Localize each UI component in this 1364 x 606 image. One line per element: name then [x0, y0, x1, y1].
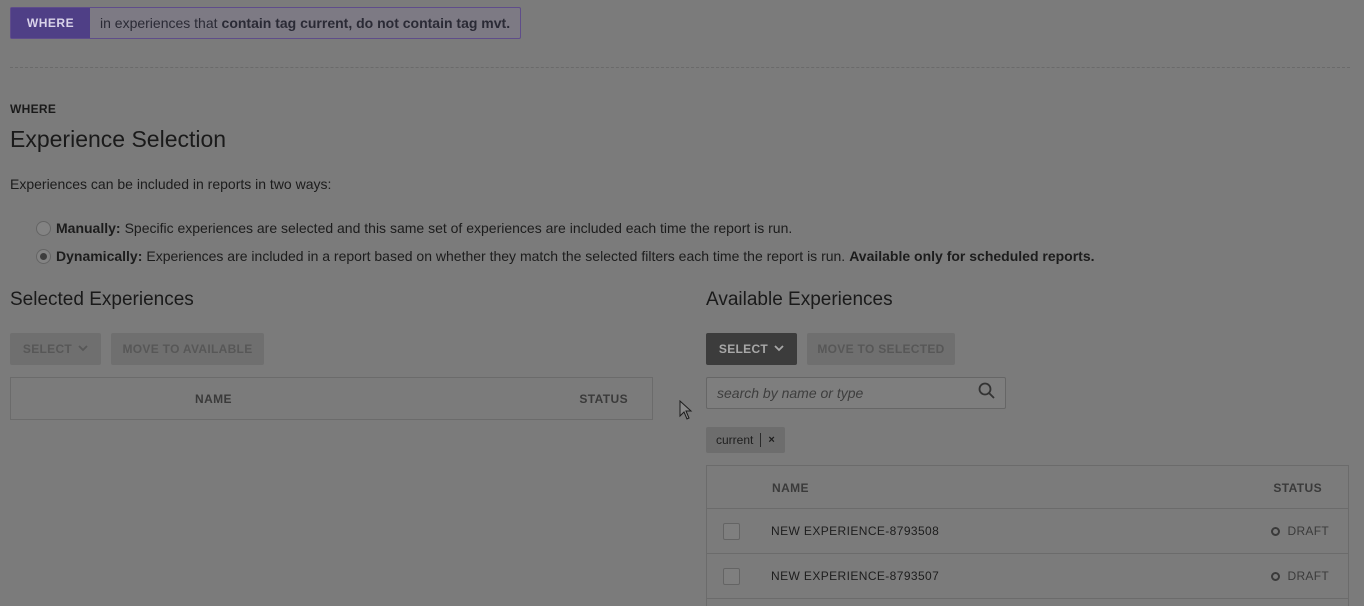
row-checkbox[interactable]: [723, 567, 740, 585]
chevron-down-icon: [774, 344, 784, 354]
option-dynamically-text: Experiences are included in a report bas…: [146, 248, 846, 264]
option-dynamically-label: Dynamically:: [56, 248, 143, 264]
page-title: Experience Selection: [10, 126, 227, 152]
where-summary-condition: contain tag current, do not contain tag …: [221, 15, 511, 31]
option-dynamically[interactable]: Dynamically: Experiences are included in…: [36, 248, 1095, 264]
intro-text: Experiences can be included in reports i…: [10, 176, 332, 192]
radio-manually[interactable]: [36, 220, 51, 236]
radio-dynamically[interactable]: [36, 248, 51, 264]
search-icon[interactable]: [978, 382, 995, 404]
option-manually[interactable]: Manually: Specific experiences are selec…: [36, 220, 792, 236]
pointer-cursor-icon: [679, 400, 693, 420]
selected-select-button[interactable]: SELECT: [10, 333, 101, 365]
row-name[interactable]: NEW EXPERIENCE-8793507: [771, 569, 939, 583]
selected-experiences-title: Selected Experiences: [10, 289, 194, 310]
where-summary-bar[interactable]: WHERE in experiences that contain tag cu…: [10, 7, 522, 39]
selected-col-name[interactable]: NAME: [195, 392, 232, 406]
section-label: WHERE: [10, 102, 57, 116]
search-box[interactable]: [706, 377, 1006, 409]
selected-experiences-table: NAME STATUS: [10, 377, 653, 420]
move-to-selected-button[interactable]: MOVE TO SELECTED: [807, 333, 955, 365]
available-select-button[interactable]: SELECT: [706, 333, 797, 365]
status-badge: DRAFT: [1270, 524, 1330, 538]
row-checkbox[interactable]: [723, 522, 740, 540]
table-row[interactable]: NEW EXPERIENCE-8793508 DRAFT: [706, 508, 1349, 553]
where-summary-prefix: in experiences that: [100, 15, 218, 31]
move-to-available-button[interactable]: MOVE TO AVAILABLE: [111, 333, 264, 365]
available-experiences-title: Available Experiences: [706, 289, 893, 310]
row-status-label: DRAFT: [1287, 524, 1329, 538]
filter-chip-current: current ×: [706, 427, 785, 453]
selected-select-label: SELECT: [22, 342, 73, 356]
selected-col-status[interactable]: STATUS: [579, 392, 628, 406]
available-col-name[interactable]: NAME: [772, 481, 809, 495]
option-dynamically-note: Available only for scheduled reports.: [849, 248, 1095, 264]
search-input[interactable]: [717, 385, 978, 401]
where-tag: WHERE: [11, 8, 90, 38]
available-col-status[interactable]: STATUS: [1273, 481, 1322, 495]
status-dot-icon: [1270, 571, 1280, 581]
row-name[interactable]: NEW EXPERIENCE-8793508: [771, 524, 939, 538]
status-dot-icon: [1270, 526, 1280, 536]
row-status-label: DRAFT: [1287, 569, 1329, 583]
chevron-down-icon: [78, 344, 88, 354]
status-badge: DRAFT: [1270, 569, 1330, 583]
close-icon[interactable]: ×: [768, 434, 774, 446]
available-select-label: SELECT: [718, 342, 769, 356]
chip-separator: [760, 433, 762, 447]
option-manually-text: Specific experiences are selected and th…: [124, 220, 793, 236]
where-summary-text: in experiences that contain tag current,…: [90, 8, 520, 38]
table-row[interactable]: [706, 598, 1349, 606]
table-row[interactable]: NEW EXPERIENCE-8793507 DRAFT: [706, 553, 1349, 598]
filter-chip-label: current: [716, 433, 754, 447]
option-manually-label: Manually:: [56, 220, 121, 236]
section-divider: [10, 67, 1350, 68]
